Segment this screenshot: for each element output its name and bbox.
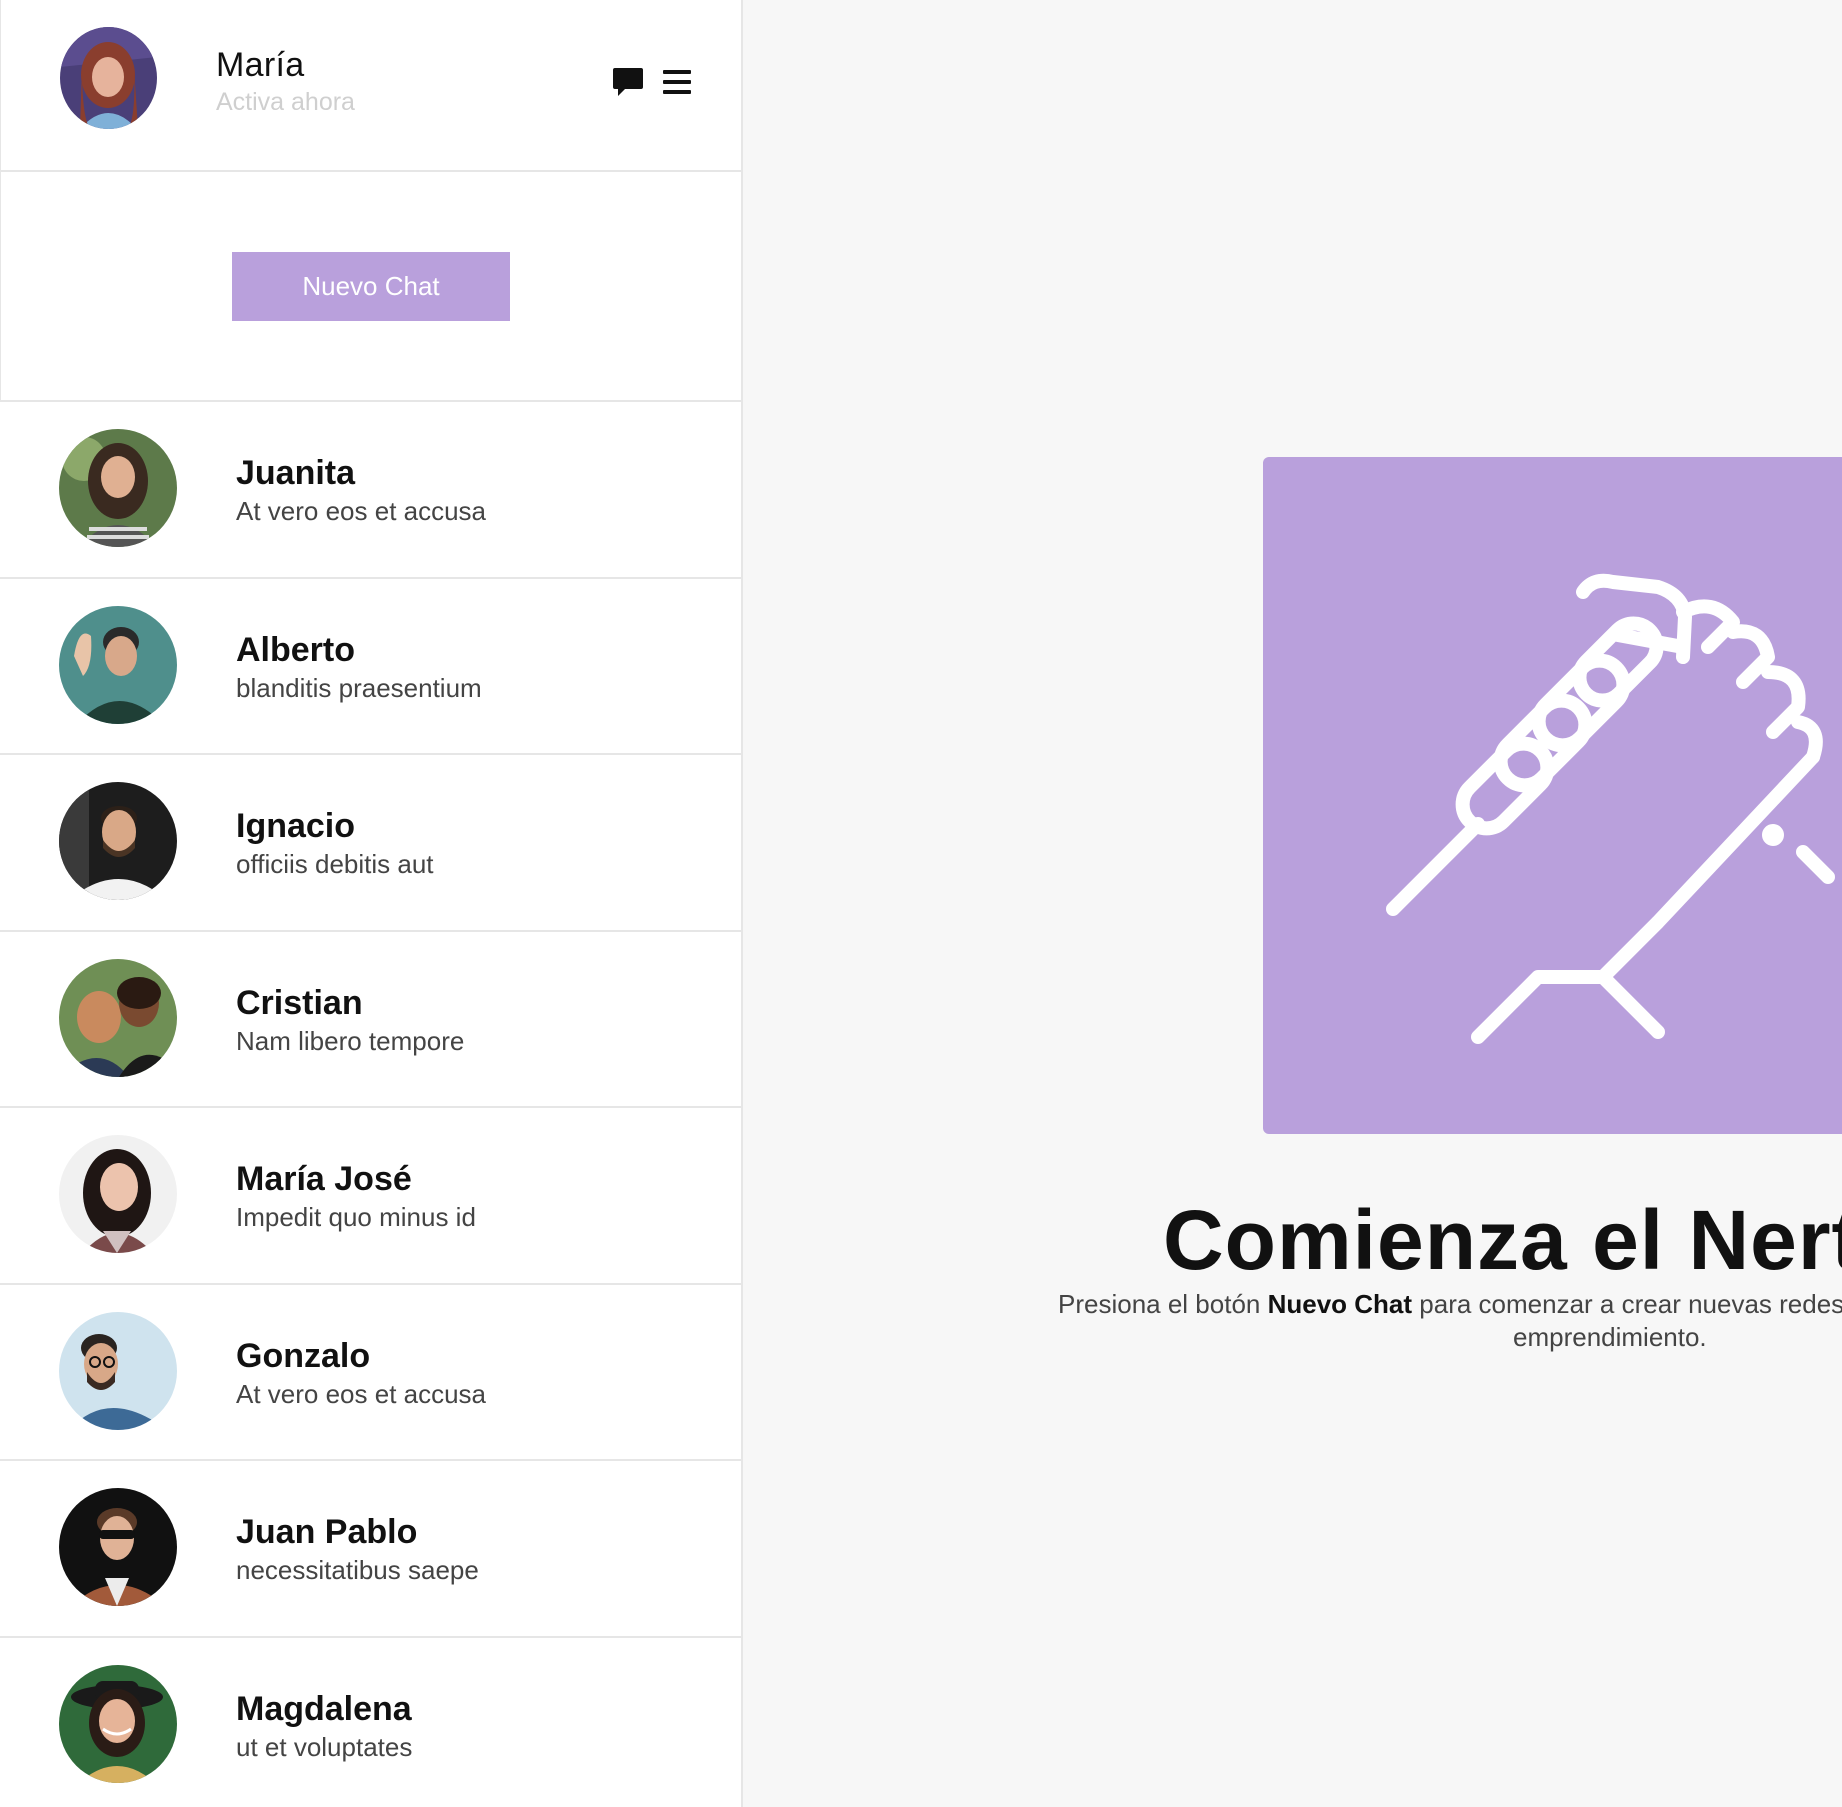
profile-header: María Activa ahora bbox=[0, 0, 741, 172]
contact-avatar bbox=[59, 605, 177, 724]
profile-name: María bbox=[216, 46, 305, 84]
contact-avatar bbox=[59, 429, 177, 547]
contact-item[interactable]: Magdalena ut et voluptates bbox=[0, 1638, 741, 1807]
new-chat-area: Nuevo Chat bbox=[0, 172, 741, 402]
desc-text-bold: Nuevo Chat bbox=[1267, 1289, 1413, 1319]
contact-preview: officiis debitis aut bbox=[236, 849, 434, 879]
desc-text-before: Presiona el botón bbox=[1058, 1289, 1268, 1319]
contact-list: Juanita At vero eos et accusa Alberto bl… bbox=[0, 402, 741, 1807]
contact-avatar bbox=[59, 1311, 177, 1430]
contact-item[interactable]: Alberto blanditis praesentium bbox=[0, 579, 741, 755]
contact-name: Gonzalo bbox=[236, 1336, 371, 1375]
contact-avatar bbox=[59, 958, 177, 1077]
contact-item[interactable]: María José Impedit quo minus id bbox=[0, 1108, 741, 1285]
contact-preview: blanditis praesentium bbox=[236, 672, 482, 703]
contact-name: María José bbox=[236, 1160, 412, 1198]
empty-state-description-line2: emprendimiento. bbox=[1513, 1322, 1707, 1352]
contact-item[interactable]: Juanita At vero eos et accusa bbox=[0, 402, 741, 579]
hero-illustration bbox=[1263, 457, 1842, 1134]
handshake-icon bbox=[1263, 573, 1842, 1138]
main-panel: Comienza el Nertwo Presiona el botón Nue… bbox=[743, 0, 1842, 1807]
contact-name: Ignacio bbox=[236, 807, 356, 845]
chat-app: María Activa ahora Nuevo Chat Juanita At… bbox=[0, 0, 1842, 1807]
contact-preview: Impedit quo minus id bbox=[236, 1202, 476, 1232]
contact-item[interactable]: Juan Pablo necessitatibus saepe bbox=[0, 1461, 741, 1638]
desc-text-after: para comenzar a crear nuevas redes de bbox=[1412, 1289, 1842, 1319]
hamburger-menu-icon[interactable] bbox=[663, 69, 691, 95]
contact-avatar bbox=[59, 1488, 177, 1606]
contact-avatar bbox=[59, 1664, 177, 1783]
contact-item[interactable]: Ignacio officiis debitis aut bbox=[0, 755, 741, 932]
profile-avatar[interactable] bbox=[60, 27, 157, 129]
contact-item[interactable]: Gonzalo At vero eos et accusa bbox=[0, 1285, 741, 1461]
contact-name: Juan Pablo bbox=[236, 1513, 418, 1551]
chat-bubble-icon[interactable] bbox=[611, 65, 645, 99]
contact-avatar bbox=[59, 782, 177, 900]
contact-preview: At vero eos et accusa bbox=[236, 1378, 487, 1409]
contact-name: Alberto bbox=[236, 630, 355, 669]
new-chat-button[interactable]: Nuevo Chat bbox=[232, 252, 510, 321]
contact-preview: necessitatibus saepe bbox=[236, 1555, 479, 1585]
sidebar: María Activa ahora Nuevo Chat Juanita At… bbox=[0, 0, 743, 1807]
contact-preview: Nam libero tempore bbox=[236, 1025, 465, 1056]
contact-preview: At vero eos et accusa bbox=[236, 496, 487, 526]
header-actions bbox=[611, 64, 691, 100]
contact-name: Juanita bbox=[236, 454, 356, 492]
profile-status: Activa ahora bbox=[216, 88, 355, 116]
contact-name: Cristian bbox=[236, 983, 363, 1022]
contact-item[interactable]: Cristian Nam libero tempore bbox=[0, 932, 741, 1108]
empty-state-description: Presiona el botón Nuevo Chat para comenz… bbox=[1058, 1289, 1842, 1320]
contact-avatar bbox=[59, 1135, 177, 1253]
contact-preview: ut et voluptates bbox=[236, 1731, 413, 1762]
contact-name: Magdalena bbox=[236, 1689, 412, 1728]
empty-state-title: Comienza el Nertwo bbox=[1163, 1193, 1842, 1287]
